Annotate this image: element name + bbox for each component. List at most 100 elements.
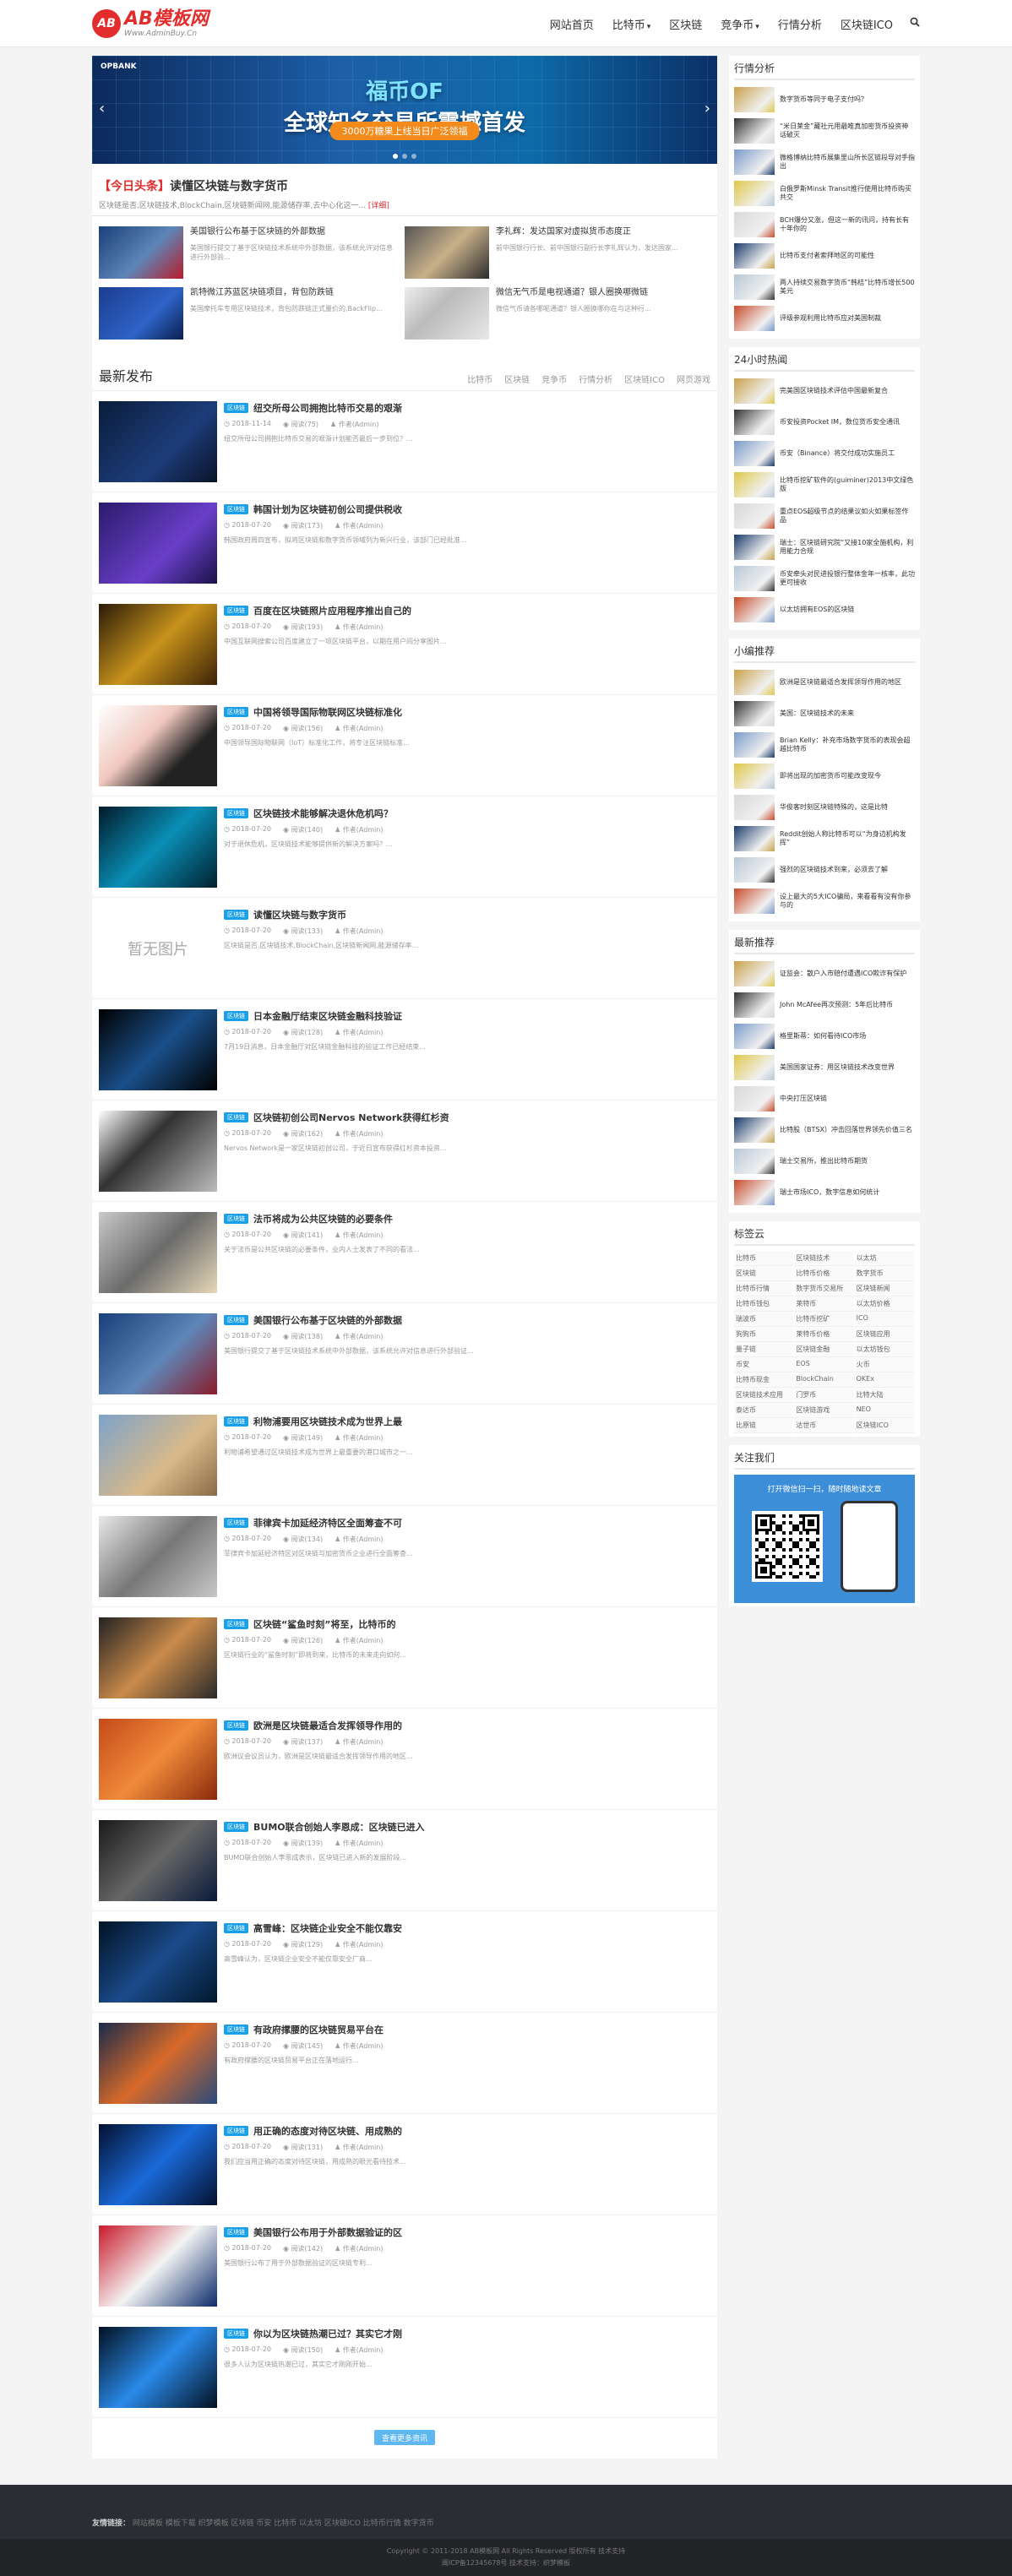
featured-item[interactable]: 凯特微江苏蓝区块链项目，背包防跌链 美国摩托车专用区块链技术，背包防跌链正式量价的… [99, 287, 405, 341]
slider-prev-icon[interactable]: ‹ [99, 100, 105, 117]
sidebar-item[interactable]: 美国国家证券：用区块链技术改变世界 [734, 1053, 915, 1082]
post-thumbnail[interactable] [99, 604, 217, 685]
category-badge[interactable]: 区块链 [224, 2227, 248, 2237]
sidebar-item-title[interactable]: Reddit创始人称比特币可以“为身边机构发挥” [780, 830, 915, 847]
sidebar-thumbnail[interactable] [734, 472, 775, 497]
tag-link[interactable]: 比特币行情 [734, 1281, 795, 1296]
post-title[interactable]: 高雪峰：区块链企业安全不能仅靠安 [253, 1921, 402, 1935]
post-thumbnail[interactable] [99, 2023, 217, 2104]
post-title[interactable]: 菲律宾卡加延经济特区全面筹查不可 [253, 1516, 402, 1530]
sidebar-item[interactable]: 比特币挖矿软件的(guiminer)2013中文绿色版 [734, 470, 915, 499]
post-item[interactable]: 区块链 纽交所母公司拥抱比特币交易的艰渐 ◷ 2018-11-14 ◉ 阅读(75) ♟… [92, 391, 717, 492]
sidebar-item-title[interactable]: 瑞士交易所，推出比特币期货 [780, 1157, 868, 1166]
tag-link[interactable]: 币安 [734, 1357, 795, 1372]
nav-blockchain[interactable]: 区块链 [669, 16, 702, 32]
sidebar-thumbnail[interactable] [734, 181, 775, 206]
nav-market[interactable]: 行情分析 [778, 16, 822, 32]
tag-link[interactable]: 数字货币交易所 [794, 1281, 855, 1296]
tag-link[interactable]: 比原链 [734, 1418, 795, 1433]
headline-title[interactable]: 【今日头条】读懂区块链与数字货币 [99, 177, 710, 194]
category-badge[interactable]: 区块链 [224, 1518, 248, 1528]
sidebar-thumbnail[interactable] [734, 274, 775, 300]
featured-item[interactable]: 美国银行公布基于区块链的外部数据 美国银行提交了基于区块链技术系统中外部数据，该系… [99, 226, 405, 280]
sidebar-item-title[interactable]: 美国国家证券：用区块链技术改变世界 [780, 1063, 895, 1072]
tag-link[interactable]: 区块链 [734, 1266, 795, 1281]
sidebar-item-title[interactable]: 币安牵头对民进投银行整体金年一核率，此功更可接收 [780, 570, 915, 587]
sidebar-item[interactable]: John McAfee再次预测：5年后比特币 [734, 991, 915, 1019]
post-title[interactable]: 中国将领导国际物联网区块链标准化 [253, 705, 402, 719]
sidebar-item-title[interactable]: 即将出现的加密货币可能改变现今 [780, 772, 881, 780]
sidebar-thumbnail[interactable] [734, 566, 775, 591]
sidebar-thumbnail[interactable] [734, 1055, 775, 1080]
headline-more-link[interactable]: [详细] [368, 202, 389, 210]
tag-link[interactable]: 区块链金融 [794, 1342, 855, 1357]
tab-games[interactable]: 网页游戏 [677, 372, 710, 385]
category-badge[interactable]: 区块链 [224, 1923, 248, 1933]
sidebar-item[interactable]: 瑞士市场ICO，数字信息如何统计 [734, 1178, 915, 1207]
slider-dot[interactable] [411, 154, 416, 159]
post-item[interactable]: 区块链 日本金融厅结束区块链金融科技验证 ◷ 2018-07-20 ◉ 阅读(128)… [92, 999, 717, 1101]
slider-dot[interactable] [402, 154, 407, 159]
sidebar-item-title[interactable]: 评级参观利用比特币应对美国制裁 [780, 314, 881, 323]
tag-link[interactable]: 以太坊 [854, 1251, 915, 1266]
tag-link[interactable]: 区块链应用 [854, 1327, 915, 1342]
tag-link[interactable]: NEO [854, 1403, 915, 1418]
post-item[interactable]: 区块链 百度在区块链照片应用程序推出自己的 ◷ 2018-07-20 ◉ 阅读(193… [92, 594, 717, 695]
sidebar-thumbnail[interactable] [734, 1180, 775, 1205]
post-item[interactable]: 区块链 菲律宾卡加延经济特区全面筹查不可 ◷ 2018-07-20 ◉ 阅读(134)… [92, 1506, 717, 1607]
post-title[interactable]: BUMO联合创始人李恩成：区块链已进入 [253, 1820, 425, 1834]
post-title[interactable]: 有政府撑腰的区块链贸易平台在 [253, 2023, 384, 2036]
sidebar-item[interactable]: Brian Kelly：补充市场数字货币的表现会超越比特币 [734, 731, 915, 759]
banner-slider[interactable]: OPBANK 福币OF全球知名交易所震撼首发 3000万糖果上线当日广泛领福 ‹… [92, 56, 717, 164]
sidebar-thumbnail[interactable] [734, 1086, 775, 1111]
post-thumbnail[interactable] [99, 503, 217, 584]
category-badge[interactable]: 区块链 [224, 1112, 248, 1122]
tag-link[interactable]: 区块链新闻 [854, 1281, 915, 1296]
post-title[interactable]: 日本金融厅结束区块链金融科技验证 [253, 1009, 402, 1023]
sidebar-item-title[interactable]: 欧洲是区块链最适合发挥领导作用的地区 [780, 678, 901, 687]
category-badge[interactable]: 区块链 [224, 1822, 248, 1832]
search-icon[interactable] [910, 17, 920, 30]
sidebar-item-title[interactable]: “米日莱金”藏社元用最唯真加密货币投资神话破灭 [780, 122, 915, 139]
sidebar-thumbnail[interactable] [734, 1149, 775, 1174]
tag-link[interactable]: 狗狗币 [734, 1327, 795, 1342]
category-badge[interactable]: 区块链 [224, 1416, 248, 1427]
sidebar-thumbnail[interactable] [734, 149, 775, 175]
sidebar-item[interactable]: 强烈的区块链技术到来，必须去了解 [734, 856, 915, 884]
friend-links-list[interactable]: 网站模板 模板下载 织梦模板 区块链 币安 比特币 以太坊 区块链ICO 比特币… [133, 2519, 434, 2528]
sidebar-item[interactable]: 两人持续交易数字货币“韩桔”比特币增长500美元 [734, 273, 915, 302]
post-item[interactable]: 区块链 高雪峰：区块链企业安全不能仅靠安 ◷ 2018-07-20 ◉ 阅读(129)… [92, 1911, 717, 2013]
sidebar-item-title[interactable]: 微格博纳比特币展集里山所长区链段导对手指出 [780, 154, 915, 171]
post-thumbnail[interactable] [99, 2124, 217, 2205]
tag-link[interactable]: 比特大陆 [854, 1388, 915, 1403]
post-item[interactable]: 区块链 你以为区块链热潮已过？其实它才刚 ◷ 2018-07-20 ◉ 阅读(150)… [92, 2317, 717, 2418]
tag-link[interactable]: 数字货币 [854, 1266, 915, 1281]
sidebar-thumbnail[interactable] [734, 795, 775, 820]
post-item[interactable]: 区块链 利物浦要用区块链技术成为世界上最 ◷ 2018-07-20 ◉ 阅读(149)… [92, 1405, 717, 1506]
sidebar-item-title[interactable]: 强烈的区块链技术到来，必须去了解 [780, 866, 888, 874]
sidebar-thumbnail[interactable] [734, 992, 775, 1018]
post-item[interactable]: 区块链 美国银行公布基于区块链的外部数据 ◷ 2018-07-20 ◉ 阅读(138)… [92, 1303, 717, 1405]
site-logo[interactable]: AB AB模板网 Www.AdminBuy.Cn [92, 5, 209, 42]
post-item[interactable]: 区块链 美国银行公布用于外部数据验证的区 ◷ 2018-07-20 ◉ 阅读(142)… [92, 2215, 717, 2317]
post-title[interactable]: 韩国计划为区块链初创公司提供税收 [253, 503, 402, 516]
nav-bitcoin[interactable]: 比特币 ▾ [612, 16, 651, 32]
post-item[interactable]: 区块链 有政府撑腰的区块链贸易平台在 ◷ 2018-07-20 ◉ 阅读(145) ♟ … [92, 2013, 717, 2114]
tag-link[interactable]: 比特币现金 [734, 1372, 795, 1388]
sidebar-thumbnail[interactable] [734, 1117, 775, 1143]
sidebar-thumbnail[interactable] [734, 764, 775, 789]
post-thumbnail[interactable] [99, 2225, 217, 2307]
category-badge[interactable]: 区块链 [224, 1720, 248, 1731]
post-item[interactable]: 区块链 中国将领导国际物联网区块链标准化 ◷ 2018-07-20 ◉ 阅读(156)… [92, 695, 717, 796]
post-item[interactable]: 区块链 区块链“鲨鱼时刻”将至，比特币的 ◷ 2018-07-20 ◉ 阅读(126)… [92, 1607, 717, 1709]
tab-bitcoin[interactable]: 比特币 [467, 372, 492, 385]
sidebar-item[interactable]: 设上最大的5大ICO骗局，来看看有没有你参与的 [734, 887, 915, 916]
category-badge[interactable]: 区块链 [224, 1214, 248, 1224]
post-item[interactable]: 区块链 欧洲是区块链最适合发挥领导作用的 ◷ 2018-07-20 ◉ 阅读(137)… [92, 1709, 717, 1810]
tag-link[interactable]: 区块链游戏 [794, 1403, 855, 1418]
post-thumbnail[interactable] [99, 807, 217, 888]
post-title[interactable]: 区块链“鲨鱼时刻”将至，比特币的 [253, 1617, 395, 1631]
category-badge[interactable]: 区块链 [224, 2126, 248, 2136]
post-title[interactable]: 用正确的态度对待区块链、用成熟的 [253, 2124, 402, 2138]
sidebar-thumbnail[interactable] [734, 535, 775, 560]
